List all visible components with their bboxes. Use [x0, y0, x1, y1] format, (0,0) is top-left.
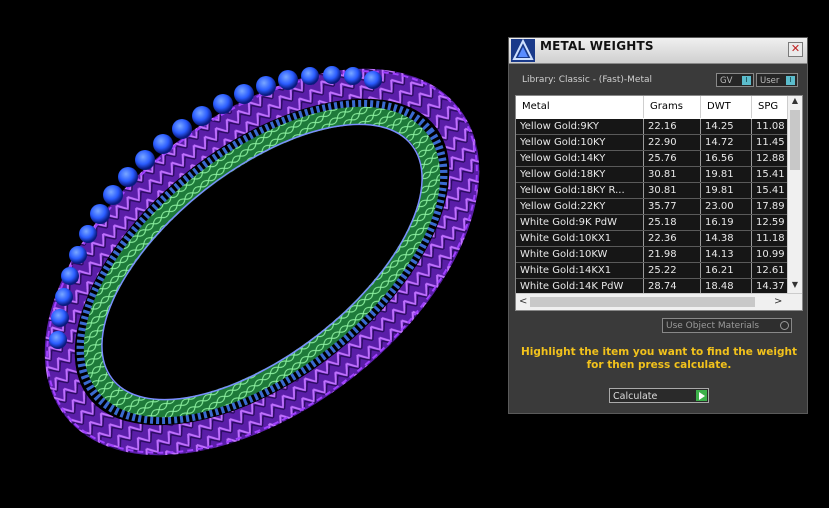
- cell-grams: 35.77: [644, 199, 701, 214]
- cell-spg: 14.37: [752, 279, 788, 294]
- cell-dwt: 14.13: [701, 247, 752, 262]
- cell-dwt: 19.81: [701, 183, 752, 198]
- radio-icon: [780, 321, 789, 330]
- table-row[interactable]: White Gold:10KW 21.98 14.13 10.99: [516, 247, 788, 263]
- cell-spg: 10.99: [752, 247, 788, 262]
- cell-spg: 15.41: [752, 183, 788, 198]
- cell-dwt: 16.21: [701, 263, 752, 278]
- 3d-viewport[interactable]: [0, 0, 505, 504]
- table-row[interactable]: Yellow Gold:22KY 35.77 23.00 17.89: [516, 199, 788, 215]
- jewelry-cad-logo-icon: [511, 39, 535, 62]
- cell-metal: Yellow Gold:14KY: [516, 151, 644, 166]
- user-toggle[interactable]: User I: [756, 73, 798, 87]
- use-object-materials-toggle[interactable]: Use Object Materials: [662, 318, 792, 333]
- cell-metal: White Gold:9K PdW: [516, 215, 644, 230]
- cell-spg: 11.08: [752, 119, 788, 134]
- gv-toggle[interactable]: GV I: [716, 73, 754, 87]
- gv-indicator: I: [742, 76, 751, 85]
- cell-dwt: 16.19: [701, 215, 752, 230]
- cell-spg: 12.61: [752, 263, 788, 278]
- close-icon[interactable]: ✕: [788, 42, 803, 57]
- cell-metal: Yellow Gold:9KY: [516, 119, 644, 134]
- scroll-up-icon[interactable]: ▲: [788, 96, 802, 105]
- metal-weights-panel: METAL WEIGHTS ✕ Library: Classic - (Fast…: [508, 37, 808, 414]
- cell-spg: 11.18: [752, 231, 788, 246]
- cell-dwt: 18.48: [701, 279, 752, 294]
- ring-render: [44, 66, 480, 456]
- metal-table: Metal Grams DWT SPG Yellow Gold:9KY 22.16…: [515, 95, 803, 311]
- table-row[interactable]: White Gold:10KX1 22.36 14.38 11.18: [516, 231, 788, 247]
- column-header-dwt[interactable]: DWT: [701, 96, 752, 118]
- horizontal-scroll-thumb[interactable]: [530, 297, 755, 307]
- cell-dwt: 14.72: [701, 135, 752, 150]
- cell-spg: 17.89: [752, 199, 788, 214]
- scroll-left-icon[interactable]: <: [519, 294, 527, 310]
- cell-metal: White Gold:10KW: [516, 247, 644, 262]
- cell-dwt: 19.81: [701, 167, 752, 182]
- cell-grams: 22.90: [644, 135, 701, 150]
- column-header-grams[interactable]: Grams: [644, 96, 701, 118]
- cell-grams: 30.81: [644, 183, 701, 198]
- user-label: User: [760, 76, 780, 86]
- cell-grams: 30.81: [644, 167, 701, 182]
- cell-grams: 21.98: [644, 247, 701, 262]
- table-row[interactable]: White Gold:14KX1 25.22 16.21 12.61: [516, 263, 788, 279]
- user-indicator: I: [786, 76, 795, 85]
- cell-dwt: 23.00: [701, 199, 752, 214]
- horizontal-scrollbar[interactable]: < >: [516, 293, 802, 310]
- play-arrow-icon: [696, 390, 707, 401]
- panel-title: METAL WEIGHTS: [540, 39, 654, 53]
- table-header: Metal Grams DWT SPG: [516, 96, 788, 119]
- table-row[interactable]: Yellow Gold:9KY 22.16 14.25 11.08: [516, 119, 788, 135]
- cell-grams: 25.22: [644, 263, 701, 278]
- table-row[interactable]: Yellow Gold:18KY 30.81 19.81 15.41: [516, 167, 788, 183]
- cell-grams: 25.76: [644, 151, 701, 166]
- vertical-scrollbar[interactable]: ▲ ▼: [787, 96, 802, 294]
- cell-spg: 15.41: [752, 167, 788, 182]
- library-label: Library: Classic - (Fast)-Metal: [522, 75, 653, 85]
- cell-grams: 22.16: [644, 119, 701, 134]
- table-row[interactable]: Yellow Gold:10KY 22.90 14.72 11.45: [516, 135, 788, 151]
- gv-label: GV: [720, 76, 733, 86]
- cell-metal: Yellow Gold:22KY: [516, 199, 644, 214]
- calculate-label: Calculate: [613, 391, 658, 402]
- cell-grams: 28.74: [644, 279, 701, 294]
- cell-metal: Yellow Gold:18KY: [516, 167, 644, 182]
- table-row[interactable]: White Gold:9K PdW 25.18 16.19 12.59: [516, 215, 788, 231]
- cell-metal: White Gold:10KX1: [516, 231, 644, 246]
- column-header-metal[interactable]: Metal: [516, 96, 644, 118]
- cell-metal: White Gold:14KX1: [516, 263, 644, 278]
- panel-titlebar[interactable]: METAL WEIGHTS ✕: [509, 38, 807, 64]
- cell-metal: Yellow Gold:10KY: [516, 135, 644, 150]
- instruction-text: Highlight the item you want to find the …: [521, 346, 797, 371]
- table-row[interactable]: Yellow Gold:14KY 25.76 16.56 12.88: [516, 151, 788, 167]
- calculate-button[interactable]: Calculate: [609, 388, 709, 403]
- cell-dwt: 14.38: [701, 231, 752, 246]
- cell-grams: 25.18: [644, 215, 701, 230]
- cell-spg: 12.59: [752, 215, 788, 230]
- cell-grams: 22.36: [644, 231, 701, 246]
- column-header-spg[interactable]: SPG: [752, 96, 788, 118]
- cell-spg: 12.88: [752, 151, 788, 166]
- scroll-down-icon[interactable]: ▼: [788, 280, 802, 289]
- table-body: Yellow Gold:9KY 22.16 14.25 11.08 Yellow Gol…: [516, 119, 788, 295]
- cell-metal: Yellow Gold:18KY R...: [516, 183, 644, 198]
- cell-dwt: 16.56: [701, 151, 752, 166]
- vertical-scroll-thumb[interactable]: [790, 110, 800, 170]
- scroll-right-icon[interactable]: >: [774, 294, 782, 310]
- table-row[interactable]: Yellow Gold:18KY R... 30.81 19.81 15.41: [516, 183, 788, 199]
- cell-metal: White Gold:14K PdW: [516, 279, 644, 294]
- use-object-materials-label: Use Object Materials: [666, 321, 760, 331]
- cell-dwt: 14.25: [701, 119, 752, 134]
- cell-spg: 11.45: [752, 135, 788, 150]
